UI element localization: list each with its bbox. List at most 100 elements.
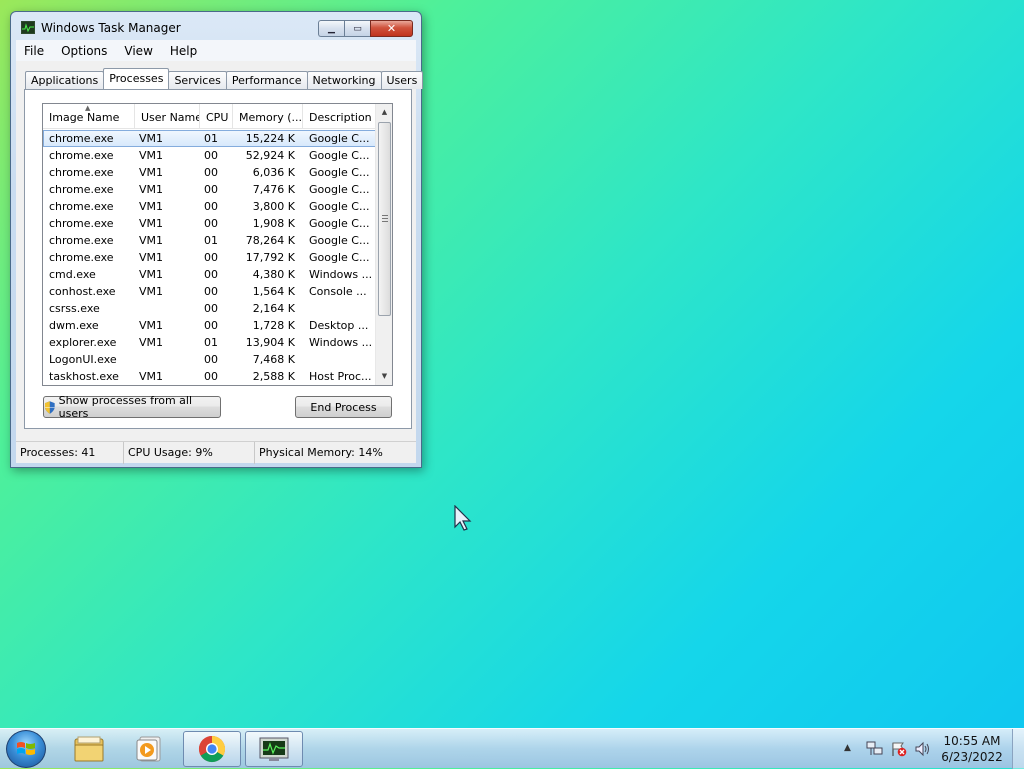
table-row[interactable]: conhost.exe VM1 00 1,564 K Console ...	[43, 283, 376, 300]
cell-description: Google C...	[309, 183, 370, 196]
cell-description: Google C...	[309, 251, 370, 264]
cell-memory: 7,468 K	[252, 353, 295, 366]
cell-cpu: 01	[204, 132, 218, 145]
maximize-button[interactable]: ▭	[344, 20, 370, 37]
cell-memory: 1,728 K	[252, 319, 295, 332]
menu-file[interactable]: File	[16, 44, 53, 58]
task-manager-icon	[259, 737, 289, 761]
scroll-thumb[interactable]	[378, 122, 391, 316]
cell-cpu: 00	[204, 370, 218, 383]
cell-cpu: 00	[204, 166, 218, 179]
end-process-button[interactable]: End Process	[295, 396, 392, 418]
taskbar-explorer-button[interactable]	[60, 731, 118, 767]
tab-services[interactable]: Services	[168, 71, 227, 89]
cell-image-name: explorer.exe	[49, 336, 117, 349]
cell-user-name: VM1	[139, 149, 164, 162]
list-header: ▲ Image Name User Name CPU Memory (... D…	[43, 104, 376, 129]
action-center-icon[interactable]	[890, 741, 908, 757]
cell-image-name: chrome.exe	[49, 132, 114, 145]
volume-icon[interactable]	[914, 741, 932, 757]
taskbar-chrome-button[interactable]	[183, 731, 241, 767]
menu-view[interactable]: View	[116, 44, 161, 58]
tab-applications[interactable]: Applications	[25, 71, 105, 89]
cell-cpu: 00	[204, 200, 218, 213]
cell-image-name: chrome.exe	[49, 234, 114, 247]
table-row[interactable]: cmd.exe VM1 00 4,380 K Windows ...	[43, 266, 376, 283]
cell-user-name: VM1	[139, 268, 164, 281]
status-process-count: Processes: 41	[16, 442, 124, 464]
table-row[interactable]: chrome.exe VM1 00 1,908 K Google C...	[43, 215, 376, 232]
grip-icon	[382, 215, 388, 222]
process-list[interactable]: ▲ Image Name User Name CPU Memory (... D…	[42, 103, 393, 386]
column-memory[interactable]: Memory (...	[233, 104, 303, 129]
table-row[interactable]: dwm.exe VM1 00 1,728 K Desktop ...	[43, 317, 376, 334]
table-row[interactable]: chrome.exe VM1 00 7,476 K Google C...	[43, 181, 376, 198]
column-image-name[interactable]: ▲ Image Name	[43, 104, 135, 129]
table-row[interactable]: chrome.exe VM1 01 15,224 K Google C...	[43, 130, 376, 147]
close-button[interactable]: ✕	[370, 20, 413, 37]
show-all-users-button[interactable]: Show processes from all users	[43, 394, 221, 420]
cell-user-name: VM1	[139, 166, 164, 179]
column-user-name[interactable]: User Name	[135, 104, 200, 129]
cell-memory: 17,792 K	[245, 251, 295, 264]
tab-processes[interactable]: Processes	[103, 68, 170, 89]
vertical-scrollbar[interactable]: ▲ ▼	[375, 104, 392, 385]
cell-image-name: dwm.exe	[49, 319, 99, 332]
cell-description: Google C...	[309, 200, 370, 213]
menu-help[interactable]: Help	[162, 44, 206, 58]
table-row[interactable]: csrss.exe 00 2,164 K	[43, 300, 376, 317]
cell-cpu: 01	[204, 336, 218, 349]
table-row[interactable]: chrome.exe VM1 00 6,036 K Google C...	[43, 164, 376, 181]
cell-user-name: VM1	[139, 285, 164, 298]
cell-user-name: VM1	[139, 370, 164, 383]
table-row[interactable]: taskhost.exe VM1 00 2,588 K Host Proc...	[43, 368, 376, 385]
cell-user-name: VM1	[139, 183, 164, 196]
task-manager-app-icon	[21, 21, 35, 34]
column-description[interactable]: Description	[303, 104, 376, 129]
table-row[interactable]: chrome.exe VM1 00 3,800 K Google C...	[43, 198, 376, 215]
column-cpu[interactable]: CPU	[200, 104, 233, 129]
uac-shield-icon	[44, 400, 55, 414]
minimize-button[interactable]: ▁	[318, 20, 344, 37]
cell-description: Google C...	[309, 149, 370, 162]
clock-time: 10:55 AM	[943, 734, 1001, 748]
cell-image-name: chrome.exe	[49, 200, 114, 213]
cell-memory: 1,908 K	[252, 217, 295, 230]
cell-description: Windows ...	[309, 336, 373, 349]
scroll-down-icon[interactable]: ▼	[376, 368, 393, 385]
tab-networking[interactable]: Networking	[306, 71, 382, 89]
table-row[interactable]: LogonUI.exe 00 7,468 K	[43, 351, 376, 368]
taskbar-clock[interactable]: 10:55 AM 6/23/2022	[934, 733, 1010, 765]
cell-user-name: VM1	[139, 132, 164, 145]
show-hidden-icons-icon[interactable]: ▲	[844, 743, 851, 753]
process-rows: chrome.exe VM1 01 15,224 K Google C... chrome…	[43, 130, 376, 385]
show-all-users-label: Show processes from all users	[58, 394, 193, 420]
cell-description: Google C...	[309, 166, 370, 179]
taskbar-media-player-button[interactable]	[120, 731, 178, 767]
window-title: Windows Task Manager	[41, 21, 181, 35]
scroll-up-icon[interactable]: ▲	[376, 104, 393, 121]
cell-cpu: 01	[204, 234, 218, 247]
tab-performance[interactable]: Performance	[225, 71, 308, 89]
cell-memory: 6,036 K	[252, 166, 295, 179]
cell-cpu: 00	[204, 183, 218, 196]
menu-options[interactable]: Options	[53, 44, 116, 58]
start-button[interactable]	[6, 730, 46, 768]
taskbar-task-manager-button[interactable]	[245, 731, 303, 767]
title-bar[interactable]: Windows Task Manager ▁ ▭ ✕	[11, 12, 421, 42]
tab-users[interactable]: Users	[380, 71, 424, 89]
cell-description: Console ...	[309, 285, 367, 298]
table-row[interactable]: chrome.exe VM1 00 52,924 K Google C...	[43, 147, 376, 164]
show-desktop-button[interactable]	[1012, 729, 1024, 769]
folder-icon	[74, 736, 104, 762]
table-row[interactable]: chrome.exe VM1 00 17,792 K Google C...	[43, 249, 376, 266]
network-icon[interactable]	[866, 741, 884, 757]
table-row[interactable]: explorer.exe VM1 01 13,904 K Windows ...	[43, 334, 376, 351]
client-area: Applications Processes Services Performa…	[16, 61, 424, 464]
cell-image-name: chrome.exe	[49, 166, 114, 179]
cell-image-name: csrss.exe	[49, 302, 100, 315]
table-row[interactable]: chrome.exe VM1 01 78,264 K Google C...	[43, 232, 376, 249]
cell-memory: 3,800 K	[252, 200, 295, 213]
sort-ascending-icon: ▲	[85, 104, 91, 112]
cell-memory: 1,564 K	[252, 285, 295, 298]
